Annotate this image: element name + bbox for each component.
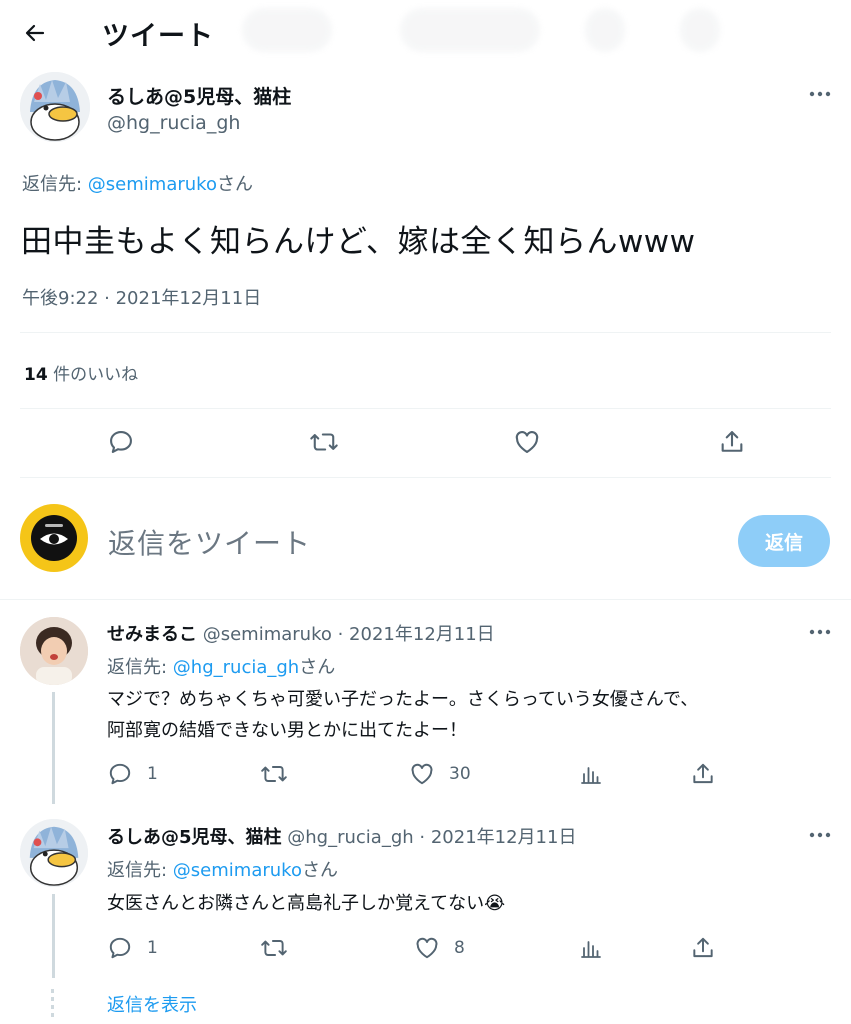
reply-author-handle[interactable]: @hg_rucia_gh [287,827,413,848]
share-button[interactable] [690,761,716,787]
reply-date[interactable]: · 2021年12月11日 [414,827,576,848]
divider [20,408,831,409]
reply-avatar[interactable] [20,617,88,685]
reply-author-name[interactable]: せみまるこ [107,624,197,645]
child-photo-avatar [20,617,88,685]
reply-to-line: 返信先: @semimarukoさん [22,170,253,196]
back-arrow-icon [25,24,45,42]
more-button[interactable] [805,82,835,106]
tweet-timestamp[interactable]: 午後9:22 · 2021年12月11日 [22,284,261,310]
reply-icon [109,763,131,785]
author-avatar[interactable] [20,72,90,142]
reply-to-handle[interactable]: @hg_rucia_gh [173,657,299,678]
back-button[interactable] [18,16,52,50]
reply-text-line: 女医さんとお隣さんと高島礼子しか覚えてない😭 [107,889,505,915]
reply-to-label: 返信先: [107,657,173,678]
reply-icon [109,937,131,959]
reply-to-handle[interactable]: @semimaruko [173,860,302,881]
reply-header: るしあ@5児母、猫柱 @hg_rucia_gh · 2021年12月11日 [107,823,576,849]
thread-line [52,894,55,978]
share-icon [721,431,743,452]
retweet-icon [261,940,287,956]
reply-to-handle[interactable]: @semimaruko [88,174,217,195]
penguin-avatar-icon [20,72,90,142]
tweet-text: 田中圭もよく知らんけど、嫁は全く知らんwww [21,224,696,260]
reply-to-suffix: さん [299,657,336,678]
top-bar: ツイート [0,0,851,66]
like-icon [416,937,438,959]
blurred-area [400,8,540,52]
share-button[interactable] [690,935,716,961]
reply-button[interactable]: 1 [107,935,158,961]
retweet-button[interactable] [309,428,339,456]
crying-emoji: 😭 [484,893,506,914]
analytics-button[interactable] [579,935,603,961]
reply-header: せみまるこ @semimaruko · 2021年12月11日 [107,620,495,646]
reply-more-button[interactable] [805,823,835,847]
more-icon [809,629,831,635]
analytics-button[interactable] [579,761,603,787]
reply-to-label: 返信先: [22,174,88,195]
retweet-button[interactable] [260,761,288,787]
share-button[interactable] [718,428,746,456]
blurred-area [585,8,625,52]
like-button[interactable]: 30 [409,761,471,787]
divider [20,332,831,333]
analytics-icon [581,941,601,958]
share-icon [693,937,713,958]
reply-count: 1 [147,938,158,958]
reply-author-handle[interactable]: @semimaruko [203,624,332,645]
reply-submit-button[interactable]: 返信 [738,515,830,567]
show-replies-link[interactable]: 返信を表示 [107,991,197,1017]
retweet-button[interactable] [260,935,288,961]
blurred-area [242,8,332,52]
blurred-area [680,8,720,52]
likes-label: 件のいいね [47,365,139,385]
thread-dots [51,989,54,1021]
like-count: 30 [449,764,471,784]
reply-text: 女医さんとお隣さんと高島礼子しか覚えてない [107,893,485,914]
likes-count-row[interactable]: 14 件のいいね [24,360,138,385]
divider [20,477,831,478]
like-icon [411,763,433,785]
share-icon [693,763,713,784]
like-count: 8 [454,938,465,958]
retweet-icon [261,766,287,782]
reply-to-line: 返信先: @hg_rucia_ghさん [107,653,335,679]
retweet-icon [310,433,338,451]
eye-logo-icon [31,515,77,561]
author-name[interactable]: るしあ@5児母、猫柱 [107,82,291,109]
reply-button[interactable] [107,428,135,456]
reply-text-line: マジで？めちゃくちゃ可愛い子だったよー。さくらっていう女優さんで、 [107,689,699,710]
divider [0,599,851,600]
thread-line [52,692,55,804]
reply-avatar[interactable] [20,819,88,887]
analytics-icon [581,767,601,784]
reply-to-line: 返信先: @semimarukoさん [107,856,338,882]
more-icon [809,91,831,97]
like-button[interactable]: 8 [414,935,465,961]
like-icon [515,431,539,453]
page-title: ツイート [102,21,214,52]
composer-avatar[interactable] [20,504,88,572]
reply-icon [110,431,132,453]
reply-to-suffix: さん [216,174,253,195]
likes-count: 14 [24,365,48,385]
like-button[interactable] [513,428,541,456]
reply-text-line: 阿部寛の結婚できない男とかに出てたよー！ [107,720,467,741]
more-icon [809,832,831,838]
reply-to-suffix: さん [301,860,338,881]
reply-composer-input[interactable]: 返信をツイート [108,522,311,562]
author-handle[interactable]: @hg_rucia_gh [107,112,240,134]
reply-to-label: 返信先: [107,860,173,881]
reply-button[interactable]: 1 [107,761,158,787]
reply-author-name[interactable]: るしあ@5児母、猫柱 [107,827,282,848]
reply-date[interactable]: · 2021年12月11日 [332,624,495,645]
reply-more-button[interactable] [805,620,835,644]
penguin-avatar-icon [20,819,88,887]
reply-count: 1 [147,764,158,784]
